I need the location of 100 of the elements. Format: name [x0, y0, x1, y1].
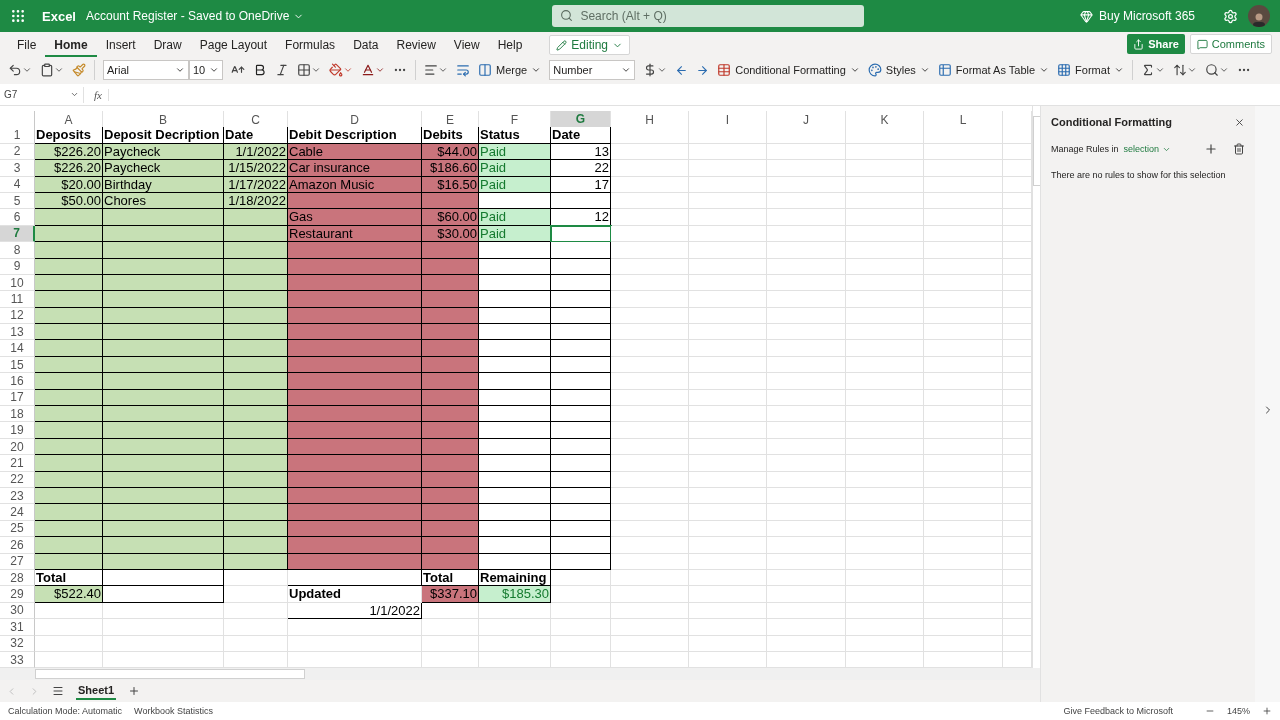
table-cell[interactable] [551, 455, 611, 472]
table-cell[interactable]: 12 [551, 209, 611, 226]
italic-icon[interactable] [275, 63, 289, 77]
table-cell[interactable] [288, 537, 422, 554]
table-cell[interactable] [551, 422, 611, 439]
row-header[interactable]: 21 [0, 455, 35, 472]
table-cell[interactable] [103, 586, 224, 603]
row-header[interactable]: 26 [0, 537, 35, 554]
table-cell[interactable] [422, 455, 479, 472]
table-cell[interactable] [288, 422, 422, 439]
table-cell[interactable] [479, 373, 551, 390]
editing-mode-button[interactable]: Editing [549, 35, 631, 55]
table-cell[interactable] [422, 504, 479, 521]
table-cell[interactable] [224, 406, 288, 423]
row-header[interactable]: 24 [0, 504, 35, 521]
table-cell[interactable]: $60.00 [422, 209, 479, 226]
table-cell[interactable] [35, 209, 103, 226]
name-box[interactable]: G7 [0, 86, 84, 103]
table-cell[interactable] [103, 455, 224, 472]
row-header[interactable]: 19 [0, 422, 35, 439]
row-header[interactable]: 8 [0, 242, 35, 259]
table-cell[interactable] [288, 242, 422, 259]
table-cell[interactable]: Paid [479, 209, 551, 226]
row-header[interactable]: 29 [0, 586, 35, 603]
comments-button[interactable]: Comments [1189, 34, 1272, 54]
table-cell[interactable] [422, 340, 479, 357]
row-header[interactable]: 11 [0, 291, 35, 308]
table-cell[interactable] [288, 406, 422, 423]
table-cell[interactable] [103, 504, 224, 521]
paste-icon[interactable] [40, 63, 64, 77]
table-cell[interactable]: $186.60 [422, 160, 479, 177]
table-cell[interactable] [288, 455, 422, 472]
table-cell[interactable]: 22 [551, 160, 611, 177]
font-select[interactable]: Arial [103, 60, 189, 80]
merge-button[interactable]: Merge [478, 63, 542, 77]
menu-tab[interactable]: Home [45, 35, 97, 57]
bold-icon[interactable] [253, 63, 267, 77]
table-cell[interactable]: $226.20 [35, 160, 103, 177]
table-cell[interactable] [479, 504, 551, 521]
trash-icon[interactable] [1233, 143, 1245, 155]
table-cell[interactable] [479, 455, 551, 472]
row-header[interactable]: 1 [0, 127, 35, 144]
menu-tab[interactable]: Page Layout [190, 35, 277, 57]
menu-tab[interactable]: Insert [96, 35, 145, 57]
buy-link[interactable]: Buy Microsoft 365 [1073, 8, 1201, 24]
table-cell[interactable]: Updated [288, 586, 422, 603]
settings-icon[interactable] [1223, 8, 1238, 24]
table-cell[interactable] [35, 291, 103, 308]
table-cell[interactable]: $337.10 [422, 586, 479, 603]
borders-icon[interactable] [297, 63, 321, 77]
find-icon[interactable] [1204, 63, 1229, 77]
table-cell[interactable]: 1/15/2022 [224, 160, 288, 177]
table-cell[interactable] [103, 422, 224, 439]
menu-tab[interactable]: Draw [144, 35, 191, 57]
table-cell[interactable] [35, 537, 103, 554]
table-cell[interactable] [422, 373, 479, 390]
table-cell[interactable] [551, 340, 611, 357]
table-cell[interactable] [224, 209, 288, 226]
table-cell[interactable]: Date [224, 127, 288, 144]
table-cell[interactable] [551, 291, 611, 308]
share-button[interactable]: Share [1127, 34, 1185, 54]
currency-icon[interactable] [643, 63, 668, 77]
table-cell[interactable]: Paid [479, 160, 551, 177]
table-cell[interactable] [422, 537, 479, 554]
table-cell[interactable] [103, 340, 224, 357]
feedback-link[interactable]: Give Feedback to Microsoft [1063, 706, 1173, 716]
table-cell[interactable] [224, 242, 288, 259]
table-cell[interactable] [479, 242, 551, 259]
conditional-formatting-button[interactable]: Conditional Formatting [717, 63, 860, 77]
table-cell[interactable] [103, 373, 224, 390]
menu-tab[interactable]: File [8, 35, 46, 57]
menu-tab[interactable]: View [444, 35, 489, 57]
function-label[interactable]: fx [88, 88, 109, 101]
table-cell[interactable] [551, 242, 611, 259]
font-color-icon[interactable] [361, 63, 385, 77]
table-cell[interactable]: Deposits [35, 127, 103, 144]
table-cell[interactable]: Car insurance [288, 160, 422, 177]
table-cell[interactable]: Debit Description [288, 127, 422, 144]
table-cell[interactable] [35, 422, 103, 439]
fill-color-icon[interactable] [329, 63, 353, 77]
app-launcher-icon[interactable] [10, 8, 26, 24]
menu-icon[interactable] [52, 685, 64, 697]
table-cell[interactable] [422, 291, 479, 308]
table-cell[interactable] [288, 340, 422, 357]
table-cell[interactable] [224, 324, 288, 341]
table-cell[interactable] [35, 324, 103, 341]
sheet-tab[interactable]: Sheet1 [76, 682, 117, 700]
table-cell[interactable] [422, 324, 479, 341]
table-cell[interactable]: $522.40 [35, 586, 103, 603]
table-cell[interactable] [103, 537, 224, 554]
table-cell[interactable] [551, 225, 611, 243]
table-cell[interactable] [551, 324, 611, 341]
table-cell[interactable]: Gas [288, 209, 422, 226]
table-cell[interactable]: Status [479, 127, 551, 144]
table-cell[interactable] [224, 422, 288, 439]
table-cell[interactable] [224, 537, 288, 554]
scope-dropdown[interactable]: selection [1123, 144, 1172, 154]
row-header[interactable]: 14 [0, 340, 35, 357]
table-cell[interactable]: Deposit Decription [103, 127, 224, 144]
table-cell[interactable] [422, 242, 479, 259]
